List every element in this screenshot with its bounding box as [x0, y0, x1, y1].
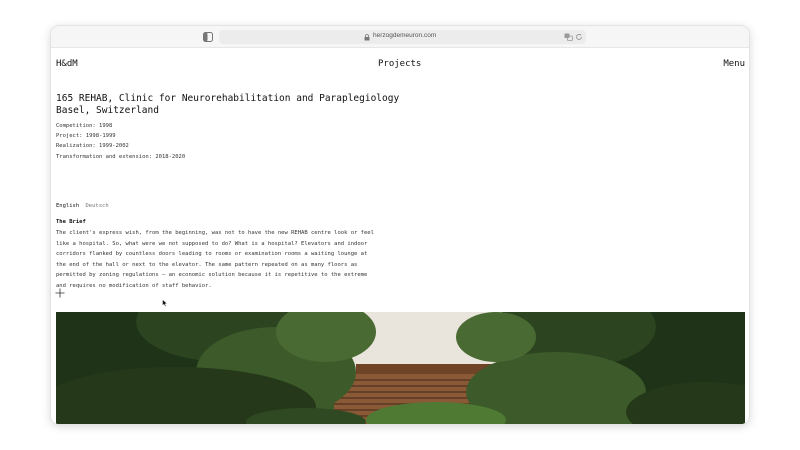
- translate-icon[interactable]: [564, 33, 573, 41]
- mouse-cursor-icon: [162, 299, 168, 307]
- brief-text: The client's express wish, from the begi…: [56, 230, 374, 289]
- meta-realization: Realization: 1999-2002: [56, 143, 129, 150]
- plus-icon[interactable]: [55, 288, 65, 298]
- lock-icon: [364, 34, 370, 41]
- nav-projects-link[interactable]: Projects: [378, 59, 421, 69]
- meta-transformation: Transformation and extension: 2018-2020: [56, 153, 186, 160]
- building-photo: [56, 312, 745, 424]
- nav-menu-button[interactable]: Menu: [723, 59, 745, 69]
- sidebar-icon[interactable]: [203, 32, 213, 42]
- page-content: H&dM Projects Menu 165 REHAB, Clinic for…: [51, 48, 749, 424]
- meta-competition: Competition: 1998: [56, 123, 113, 129]
- project-title: 165 REHAB, Clinic for Neurorehabilitatio…: [56, 93, 400, 104]
- site-logo[interactable]: H&dM: [56, 59, 78, 69]
- url-text: herzogdemeuron.com: [373, 32, 437, 39]
- project-location: Basel, Switzerland: [56, 105, 159, 116]
- hero-image: [56, 312, 745, 424]
- browser-toolbar: herzogdemeuron.com: [51, 26, 749, 48]
- project-meta: Competition: 1998 Project: 1998-1999 Rea…: [56, 121, 185, 162]
- reload-icon[interactable]: [575, 33, 583, 41]
- lang-english[interactable]: English: [56, 203, 79, 209]
- address-bar[interactable]: herzogdemeuron.com: [219, 30, 586, 44]
- meta-project: Project: 1998-1999: [56, 133, 116, 140]
- brief-heading: The Brief: [56, 219, 86, 225]
- lang-deutsch[interactable]: Deutsch: [86, 203, 109, 209]
- language-switcher: English Deutsch: [56, 203, 109, 209]
- browser-window: herzogdemeuron.com H&dM Projects Menu 16…: [51, 26, 749, 424]
